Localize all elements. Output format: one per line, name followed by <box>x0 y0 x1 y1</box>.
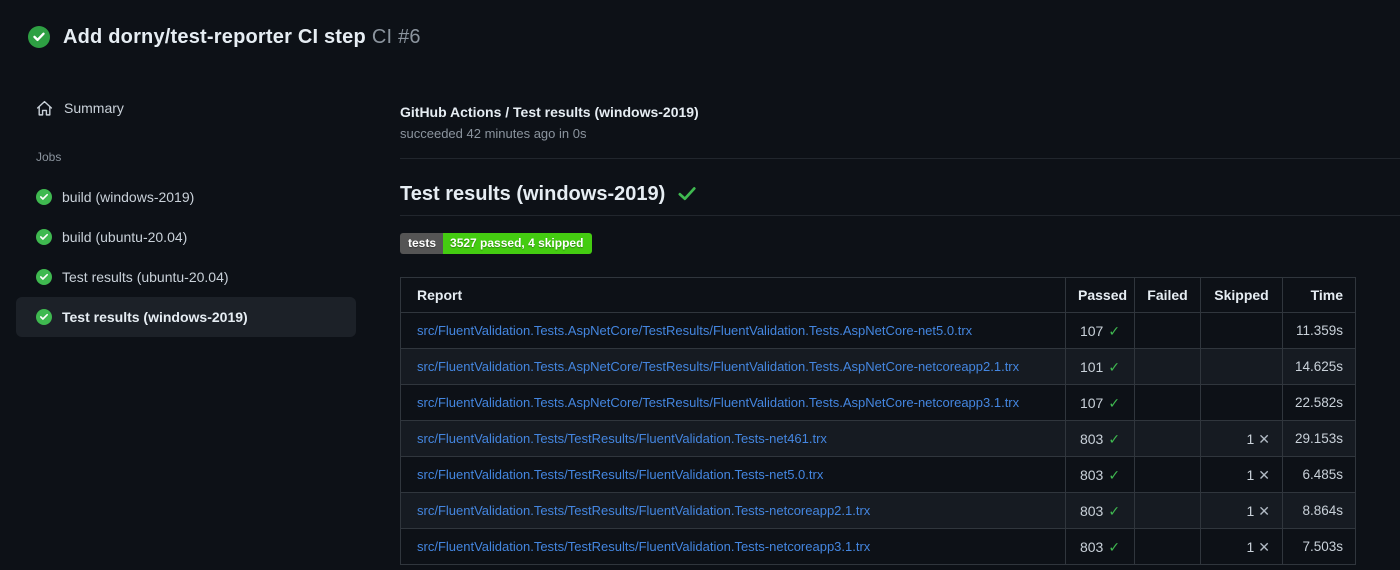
badge-value: 3527 passed, 4 skipped <box>443 233 593 254</box>
passed-count: 107 <box>1079 322 1104 339</box>
time-cell: 29.153s <box>1282 420 1356 457</box>
report-link[interactable]: src/FluentValidation.Tests/TestResults/F… <box>417 503 870 518</box>
time-cell: 11.359s <box>1282 312 1356 349</box>
time-cell: 22.582s <box>1282 384 1356 421</box>
results-table: Report Passed Failed Skipped Time src/Fl… <box>400 277 1356 565</box>
cross-icon: ✕ <box>1258 466 1270 483</box>
badge-label: tests <box>400 233 444 254</box>
skipped-cell <box>1200 348 1283 385</box>
check-circle-icon <box>36 309 52 325</box>
run-title-text: Add dorny/test-reporter CI step <box>63 25 366 48</box>
sidebar-item-build-windows-2019[interactable]: build (windows-2019) <box>16 177 356 217</box>
table-row: src/FluentValidation.Tests.AspNetCore/Te… <box>400 384 1356 421</box>
jobs-section-label: Jobs <box>36 150 62 164</box>
failed-cell <box>1134 492 1201 529</box>
failed-cell <box>1134 456 1201 493</box>
check-icon: ✓ <box>1108 322 1121 339</box>
report-link[interactable]: src/FluentValidation.Tests.AspNetCore/Te… <box>417 323 972 338</box>
passed-count: 803 <box>1079 466 1104 483</box>
failed-cell <box>1134 528 1201 565</box>
report-link[interactable]: src/FluentValidation.Tests/TestResults/F… <box>417 539 870 554</box>
check-icon: ✓ <box>1108 394 1121 411</box>
failed-cell <box>1134 384 1201 421</box>
passed-count: 803 <box>1079 502 1104 519</box>
table-row: src/FluentValidation.Tests.AspNetCore/Te… <box>400 312 1356 349</box>
main-content: GitHub Actions / Test results (windows-2… <box>375 74 1400 565</box>
time-cell: 8.864s <box>1282 492 1356 529</box>
home-icon <box>36 100 53 116</box>
failed-cell <box>1134 312 1201 349</box>
check-icon: ✓ <box>1108 502 1121 519</box>
results-heading: Test results (windows-2019) <box>400 179 1400 216</box>
sidebar-item-test-results-windows-2019[interactable]: Test results (windows-2019) <box>16 297 356 337</box>
sidebar-item-test-results-ubuntu-2004[interactable]: Test results (ubuntu-20.04) <box>16 257 356 297</box>
check-circle-icon <box>36 229 52 245</box>
sidebar-summary-label: Summary <box>64 100 124 116</box>
passed-count: 803 <box>1079 430 1104 447</box>
job-item-label: build (windows-2019) <box>62 189 195 205</box>
cross-icon: ✕ <box>1258 430 1270 447</box>
failed-cell <box>1134 348 1201 385</box>
cross-icon: ✕ <box>1258 502 1270 519</box>
skipped-cell <box>1200 312 1283 349</box>
table-row: src/FluentValidation.Tests/TestResults/F… <box>400 420 1356 457</box>
check-run-status: succeeded 42 minutes ago in 0s <box>400 126 587 141</box>
job-item-label: Test results (windows-2019) <box>62 309 248 325</box>
job-list: build (windows-2019) build (ubuntu-20.04… <box>16 177 375 337</box>
skipped-cell: 1 ✕ <box>1200 420 1283 457</box>
check-icon <box>678 187 696 201</box>
skipped-count: 1 <box>1246 502 1255 519</box>
check-circle-icon <box>36 269 52 285</box>
skipped-cell: 1 ✕ <box>1200 492 1283 529</box>
report-link[interactable]: src/FluentValidation.Tests.AspNetCore/Te… <box>417 395 1019 410</box>
time-cell: 6.485s <box>1282 456 1356 493</box>
skipped-cell <box>1200 384 1283 421</box>
page-root: Add dorny/test-reporter CI step CI #6 Sum… <box>0 0 1400 565</box>
layout: Summary Jobs build (windows-2019) build … <box>0 74 1400 565</box>
col-header-time: Time <box>1282 277 1356 313</box>
skipped-cell: 1 ✕ <box>1200 528 1283 565</box>
col-header-failed: Failed <box>1134 277 1201 313</box>
report-link[interactable]: src/FluentValidation.Tests.AspNetCore/Te… <box>417 359 1019 374</box>
results-heading-text: Test results (windows-2019) <box>400 183 666 205</box>
col-header-report: Report <box>400 277 1066 313</box>
check-icon: ✓ <box>1108 466 1121 483</box>
page-title: Add dorny/test-reporter CI step CI #6 <box>63 26 421 49</box>
time-cell: 7.503s <box>1282 528 1356 565</box>
tests-badge: tests 3527 passed, 4 skipped <box>400 233 593 254</box>
skipped-cell: 1 ✕ <box>1200 456 1283 493</box>
table-row: src/FluentValidation.Tests.AspNetCore/Te… <box>400 348 1356 385</box>
job-item-label: build (ubuntu-20.04) <box>62 229 188 245</box>
sidebar-item-summary[interactable]: Summary <box>16 88 375 128</box>
run-header: Add dorny/test-reporter CI step CI #6 <box>0 0 1400 74</box>
run-number: CI #6 <box>371 25 421 48</box>
divider <box>400 158 1400 159</box>
table-header-row: Report Passed Failed Skipped Time <box>400 277 1356 313</box>
passed-count: 101 <box>1079 358 1104 375</box>
cross-icon: ✕ <box>1258 538 1270 555</box>
passed-count: 803 <box>1079 538 1104 555</box>
check-run-title: GitHub Actions / Test results (windows-2… <box>400 104 699 120</box>
table-row: src/FluentValidation.Tests/TestResults/F… <box>400 492 1356 529</box>
table-row: src/FluentValidation.Tests/TestResults/F… <box>400 456 1356 493</box>
col-header-passed: Passed <box>1065 277 1135 313</box>
report-link[interactable]: src/FluentValidation.Tests/TestResults/F… <box>417 431 827 446</box>
failed-cell <box>1134 420 1201 457</box>
time-cell: 14.625s <box>1282 348 1356 385</box>
skipped-count: 1 <box>1246 466 1255 483</box>
check-circle-icon <box>28 26 50 48</box>
check-icon: ✓ <box>1108 538 1121 555</box>
check-icon: ✓ <box>1108 358 1121 375</box>
report-link[interactable]: src/FluentValidation.Tests/TestResults/F… <box>417 467 823 482</box>
sidebar-item-build-ubuntu-2004[interactable]: build (ubuntu-20.04) <box>16 217 356 257</box>
check-icon: ✓ <box>1108 430 1121 447</box>
table-row: src/FluentValidation.Tests/TestResults/F… <box>400 528 1356 565</box>
check-circle-icon <box>36 189 52 205</box>
passed-count: 107 <box>1079 394 1104 411</box>
col-header-skipped: Skipped <box>1200 277 1283 313</box>
skipped-count: 1 <box>1246 430 1255 447</box>
skipped-count: 1 <box>1246 538 1255 555</box>
job-item-label: Test results (ubuntu-20.04) <box>62 269 229 285</box>
sidebar: Summary Jobs build (windows-2019) build … <box>0 74 375 337</box>
